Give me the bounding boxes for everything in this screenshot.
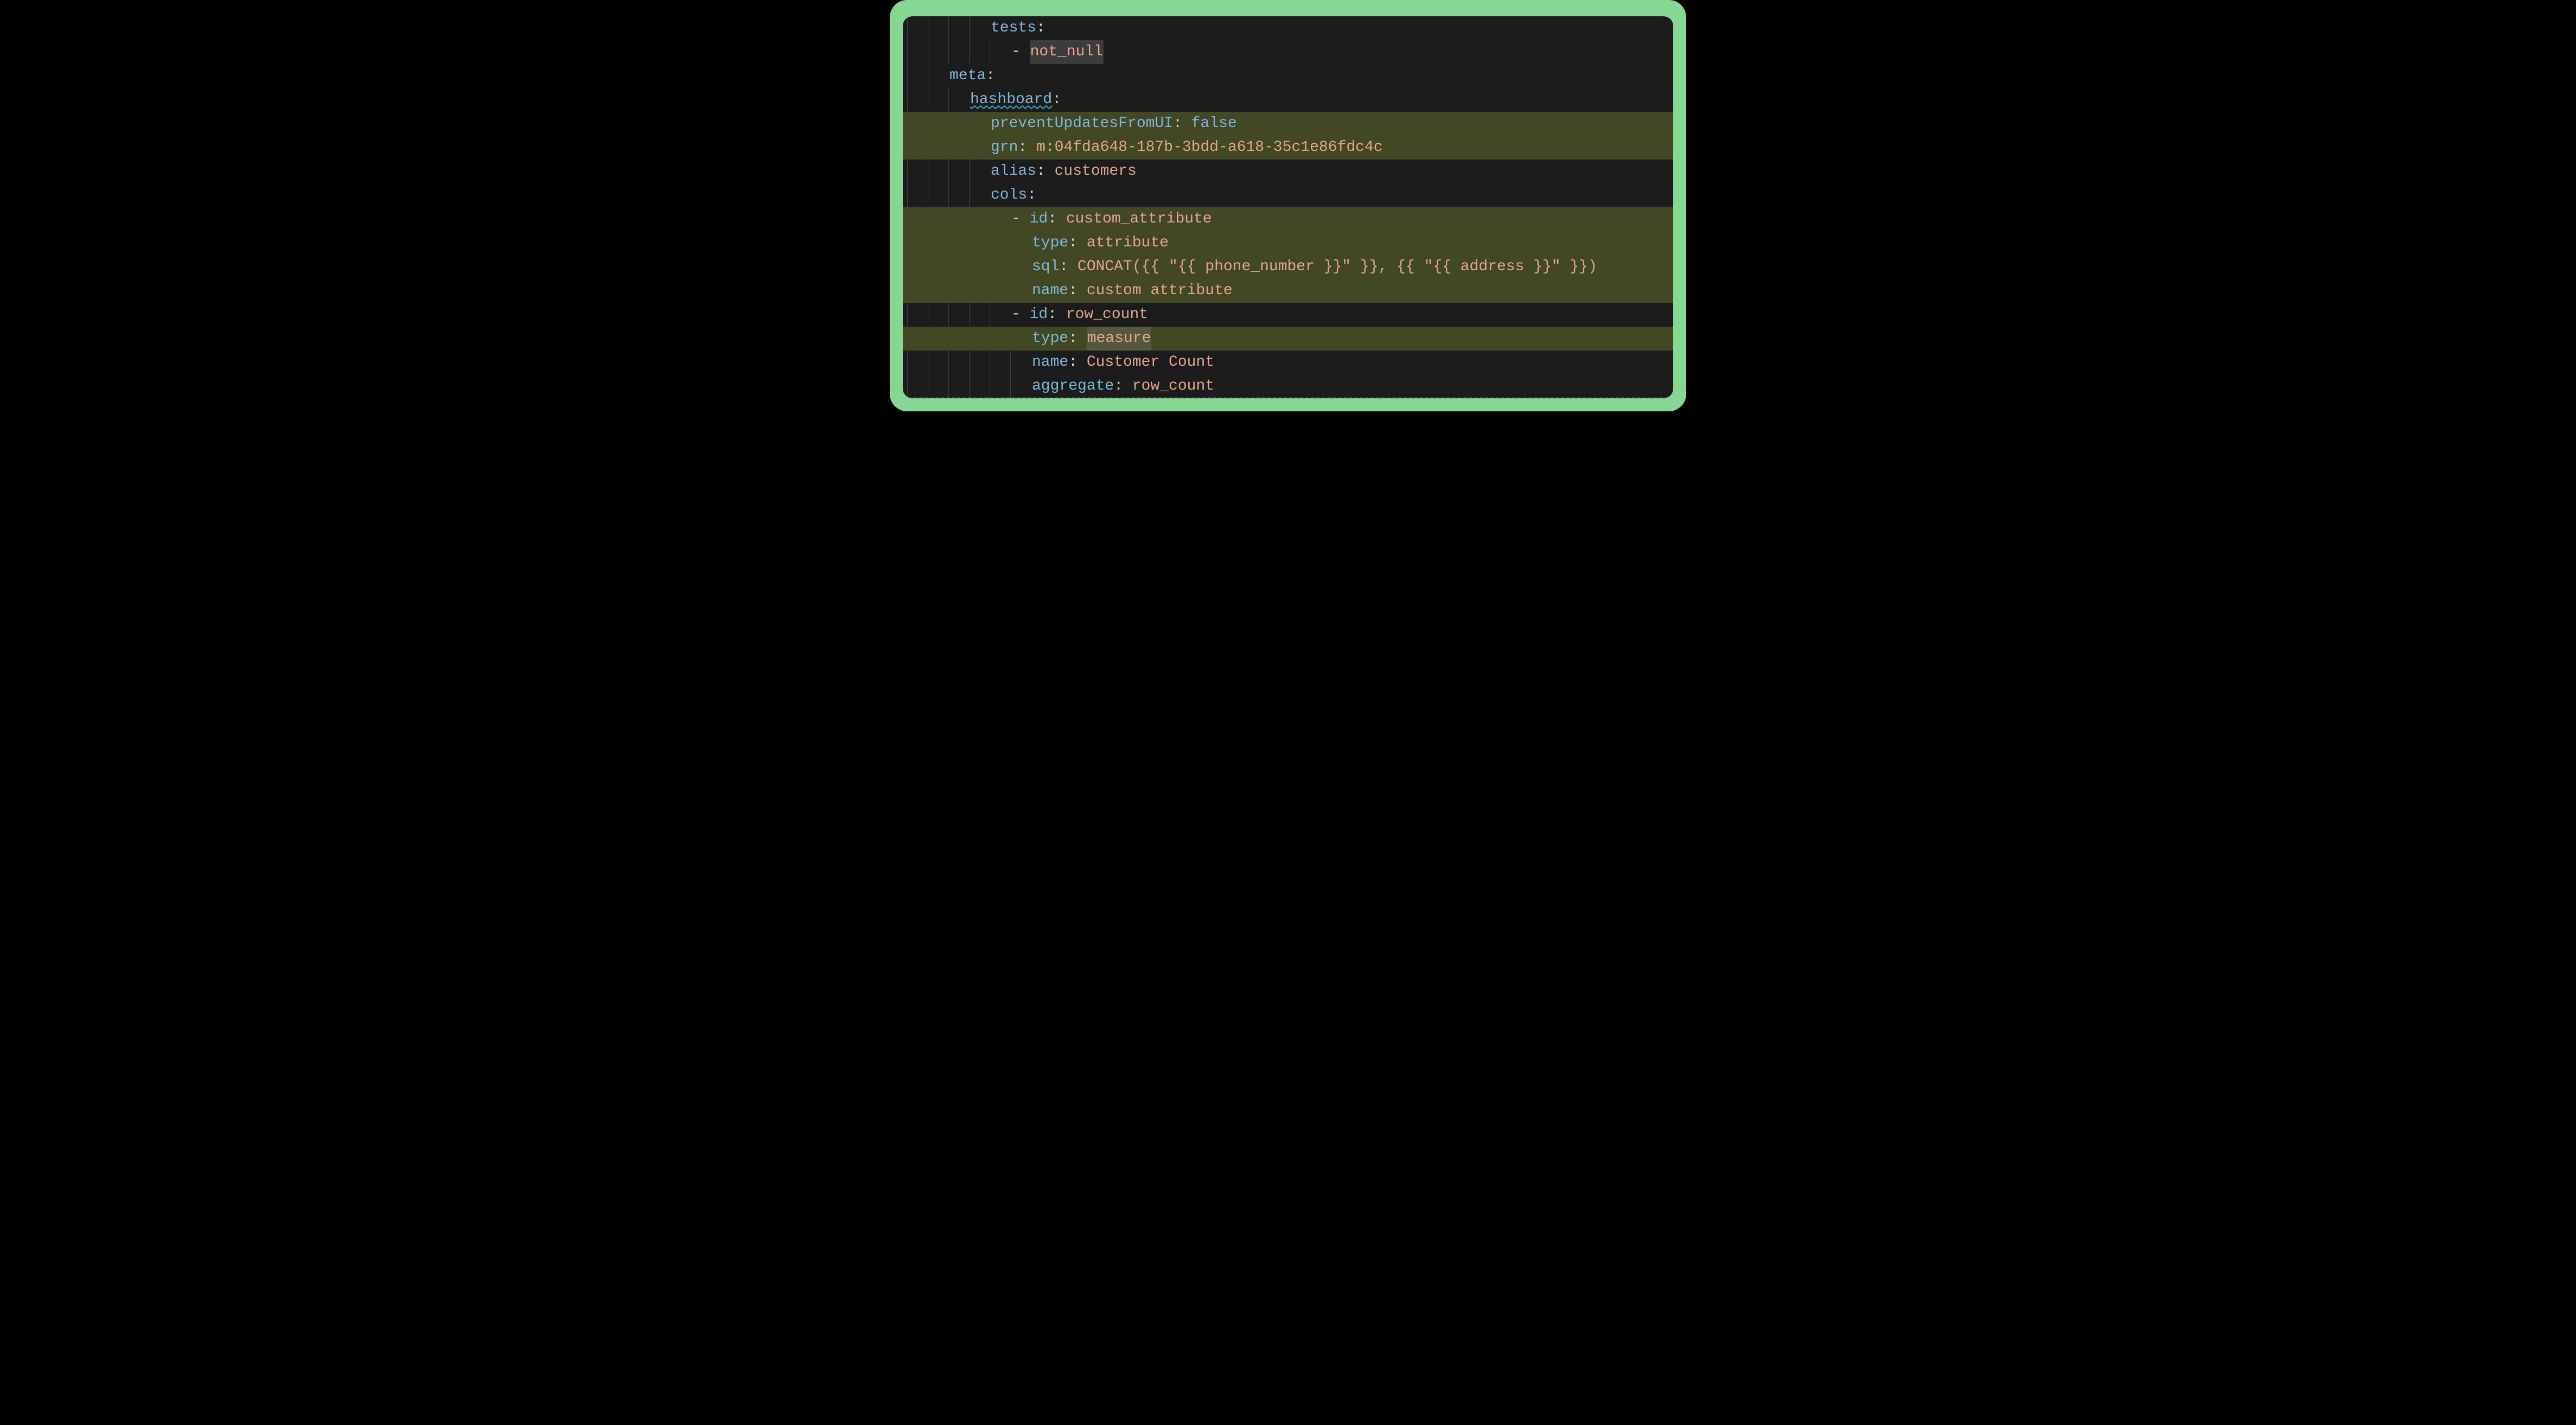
yaml-key: type (1032, 231, 1068, 255)
yaml-key: hashboard (970, 88, 1052, 112)
yaml-value: customers (1055, 160, 1137, 183)
line-content: preventUpdatesFromUI: false (990, 112, 1237, 136)
punctuation: : (1048, 207, 1066, 231)
yaml-key: sql (1032, 255, 1059, 279)
punctuation: : (1068, 231, 1087, 255)
line-content: alias: customers (990, 160, 1137, 183)
code-line[interactable]: name: custom attribute (903, 279, 1673, 303)
punctuation: : (1018, 136, 1036, 160)
yaml-value: row_count (1132, 374, 1214, 398)
punctuation: : (1068, 327, 1087, 351)
line-content: type: attribute (1031, 231, 1169, 255)
indent-guides (903, 351, 1031, 374)
yaml-value: CONCAT({{ "{{ phone_number }}" }}, {{ "{… (1077, 255, 1597, 279)
punctuation: : (1114, 374, 1132, 398)
yaml-value: attribute (1087, 231, 1169, 255)
code-line[interactable]: alias: customers (903, 160, 1673, 183)
code-line[interactable]: cols: (903, 183, 1673, 207)
line-content: grn: m:04fda648-187b-3bdd-a618-35c1e86fd… (990, 136, 1383, 160)
punctuation: : (1052, 88, 1061, 112)
yaml-key: preventUpdatesFromUI (991, 112, 1173, 136)
yaml-key: cols (991, 183, 1027, 207)
yaml-value: m:04fda648-187b-3bdd-a618-35c1e86fdc4c (1036, 136, 1383, 160)
card-frame: tests:- not_nullmeta:hashboard:preventUp… (890, 0, 1686, 411)
list-dash: - (1011, 303, 1030, 327)
punctuation: : (1048, 303, 1066, 327)
yaml-key: false (1191, 112, 1237, 136)
yaml-key: aggregate (1032, 374, 1114, 398)
indent-guides (903, 374, 1031, 398)
code-line[interactable]: name: Customer Count (903, 351, 1673, 374)
code-line[interactable]: aggregate: row_count (903, 374, 1673, 398)
yaml-key: type (1032, 327, 1068, 351)
punctuation: : (986, 64, 995, 88)
yaml-key: meta (949, 64, 986, 88)
indent-guides (903, 112, 990, 136)
code-line[interactable]: type: measure (903, 327, 1673, 351)
line-content: - id: row_count (1010, 303, 1148, 327)
indent-guides (903, 160, 990, 183)
indent-guides (903, 64, 948, 88)
yaml-value: row_count (1066, 303, 1148, 327)
code-line[interactable]: hashboard: (903, 88, 1673, 112)
indent-guides (903, 207, 1010, 231)
code-line[interactable]: - not_null (903, 40, 1673, 64)
indent-guides (903, 303, 1010, 327)
line-content: - not_null (1010, 40, 1104, 64)
line-content: aggregate: row_count (1031, 374, 1214, 398)
indent-guides (903, 88, 969, 112)
code-line[interactable]: preventUpdatesFromUI: false (903, 112, 1673, 136)
code-line[interactable]: type: attribute (903, 231, 1673, 255)
punctuation: : (1068, 279, 1087, 303)
code-line[interactable]: grn: m:04fda648-187b-3bdd-a618-35c1e86fd… (903, 136, 1673, 160)
yaml-key: alias (991, 160, 1036, 183)
indent-guides (903, 279, 1031, 303)
indent-guides (903, 327, 1031, 351)
indent-guides (903, 231, 1031, 255)
line-content: name: Customer Count (1031, 351, 1214, 374)
indent-guides (903, 136, 990, 160)
scroll-cutoff-indicator (903, 397, 1673, 398)
indent-guides (903, 255, 1031, 279)
line-content: tests: (990, 16, 1045, 40)
punctuation: : (1173, 112, 1191, 136)
line-content: hashboard: (969, 88, 1061, 112)
list-dash: - (1011, 40, 1030, 64)
code-line[interactable]: - id: row_count (903, 303, 1673, 327)
line-content: - id: custom_attribute (1010, 207, 1212, 231)
code-line[interactable]: sql: CONCAT({{ "{{ phone_number }}" }}, … (903, 255, 1673, 279)
indent-guides (903, 16, 990, 40)
selected-text: measure (1087, 327, 1152, 351)
line-content: name: custom attribute (1031, 279, 1233, 303)
line-content: sql: CONCAT({{ "{{ phone_number }}" }}, … (1031, 255, 1597, 279)
punctuation: : (1036, 16, 1045, 40)
yaml-value: custom_attribute (1066, 207, 1212, 231)
code-line[interactable]: tests: (903, 16, 1673, 40)
punctuation: : (1068, 351, 1087, 374)
selected-text: not_null (1030, 40, 1104, 64)
yaml-key: name (1032, 279, 1068, 303)
yaml-key: id (1030, 207, 1048, 231)
punctuation: : (1027, 183, 1036, 207)
yaml-value: custom attribute (1087, 279, 1233, 303)
list-dash: - (1011, 207, 1030, 231)
punctuation: : (1036, 160, 1055, 183)
code-line[interactable]: meta: (903, 64, 1673, 88)
code-editor[interactable]: tests:- not_nullmeta:hashboard:preventUp… (903, 16, 1673, 398)
yaml-key: grn (991, 136, 1018, 160)
line-content: cols: (990, 183, 1036, 207)
code-line[interactable]: - id: custom_attribute (903, 207, 1673, 231)
indent-guides (903, 183, 990, 207)
yaml-value: Customer Count (1087, 351, 1214, 374)
yaml-key: name (1032, 351, 1068, 374)
line-content: type: measure (1031, 327, 1151, 351)
indent-guides (903, 40, 1010, 64)
line-content: meta: (948, 64, 995, 88)
punctuation: : (1059, 255, 1077, 279)
yaml-key: id (1030, 303, 1048, 327)
yaml-key: tests (991, 16, 1036, 40)
